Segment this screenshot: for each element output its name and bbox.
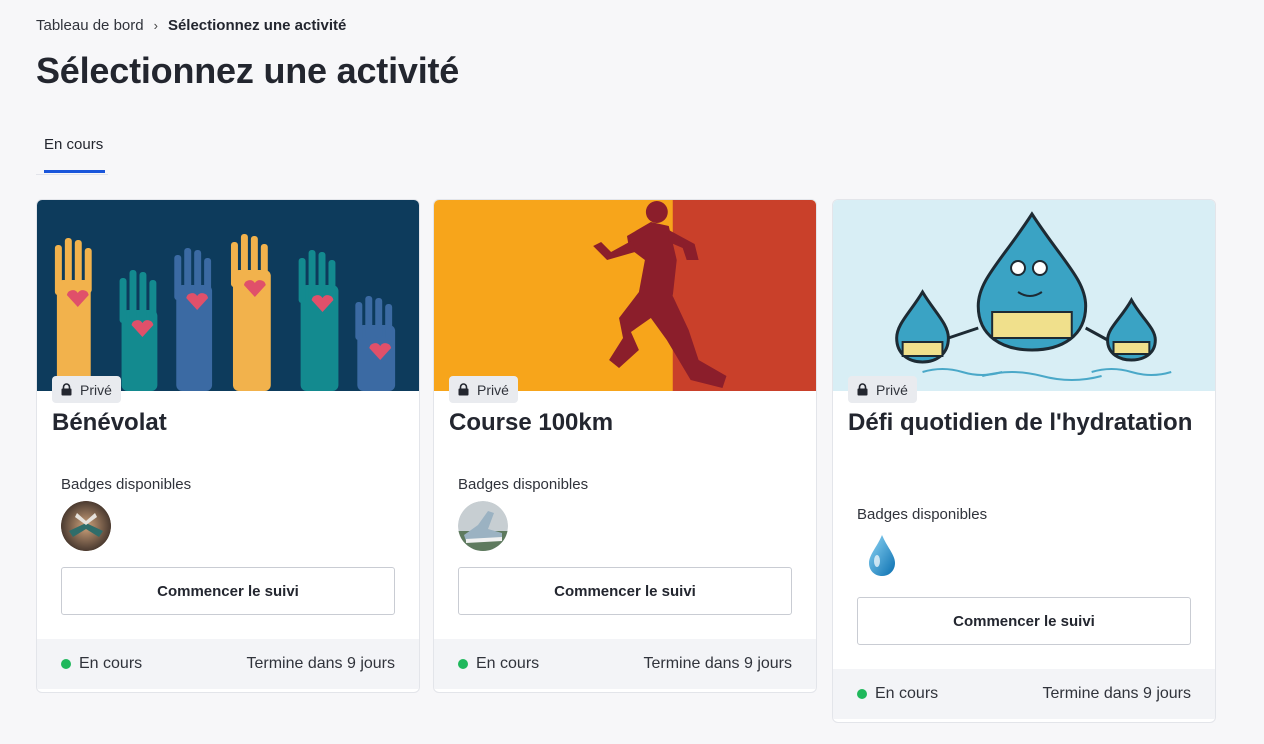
ends-in-label: Termine dans 9 jours <box>643 655 792 672</box>
private-badge: Privé <box>449 376 518 403</box>
badge-thumbnail <box>857 531 907 581</box>
ends-in-label: Termine dans 9 jours <box>1042 685 1191 702</box>
status-indicator: En cours <box>61 655 142 673</box>
card-footer: En cours Termine dans 9 jours <box>833 669 1215 719</box>
activity-banner-image <box>434 200 816 391</box>
water-drops-illustration <box>833 200 1215 391</box>
card-title: Défi quotidien de l'hydratation <box>848 409 1193 436</box>
status-indicator: En cours <box>857 685 938 703</box>
runner-illustration <box>434 200 816 391</box>
activity-card-hydratation: Privé Défi quotidien de l'hydratation Ba… <box>832 199 1216 723</box>
status-dot <box>61 659 71 669</box>
breadcrumb-current: Sélectionnez une activité <box>167 17 347 34</box>
lock-icon <box>61 383 72 396</box>
badges-available-label: Badges disponibles <box>61 476 192 493</box>
running-shoe-icon <box>458 501 508 551</box>
tab-divider <box>36 174 108 175</box>
lock-icon <box>458 383 469 396</box>
status-dot <box>458 659 468 669</box>
tab-bar: En cours <box>36 130 111 173</box>
status-indicator: En cours <box>458 655 539 673</box>
activity-card-benevolat: Privé Bénévolat Badges disponibles Comme… <box>36 199 420 693</box>
private-badge-label: Privé <box>80 381 112 398</box>
start-tracking-button[interactable]: Commencer le suivi <box>61 567 395 615</box>
private-badge-label: Privé <box>477 381 509 398</box>
private-badge: Privé <box>848 376 917 403</box>
breadcrumb: Tableau de bord › Sélectionnez une activ… <box>36 17 346 34</box>
badge-thumbnail <box>61 501 111 551</box>
badges-available-label: Badges disponibles <box>458 476 589 493</box>
raised-hands-illustration <box>37 200 419 391</box>
hands-together-icon <box>61 501 111 551</box>
activity-banner-image <box>37 200 419 391</box>
badges-available-label: Badges disponibles <box>857 506 988 523</box>
start-tracking-button[interactable]: Commencer le suivi <box>857 597 1191 645</box>
start-tracking-button[interactable]: Commencer le suivi <box>458 567 792 615</box>
breadcrumb-home-link[interactable]: Tableau de bord <box>36 17 144 34</box>
private-badge: Privé <box>52 376 121 403</box>
card-footer: En cours Termine dans 9 jours <box>37 639 419 689</box>
page-title: Sélectionnez une activité <box>36 50 460 91</box>
chevron-right-icon: › <box>153 18 158 33</box>
ends-in-label: Termine dans 9 jours <box>246 655 395 672</box>
private-badge-label: Privé <box>876 381 908 398</box>
badge-thumbnail <box>458 501 508 551</box>
activity-banner-image <box>833 200 1215 391</box>
lock-icon <box>857 383 868 396</box>
status-label: En cours <box>875 685 939 702</box>
status-dot <box>857 689 867 699</box>
card-footer: En cours Termine dans 9 jours <box>434 639 816 689</box>
activity-card-course: Privé Course 100km Badges disponibles Co… <box>433 199 817 693</box>
status-label: En cours <box>476 655 540 672</box>
status-label: En cours <box>79 655 143 672</box>
tab-en-cours[interactable]: En cours <box>36 130 111 173</box>
water-drop-icon <box>869 535 895 576</box>
